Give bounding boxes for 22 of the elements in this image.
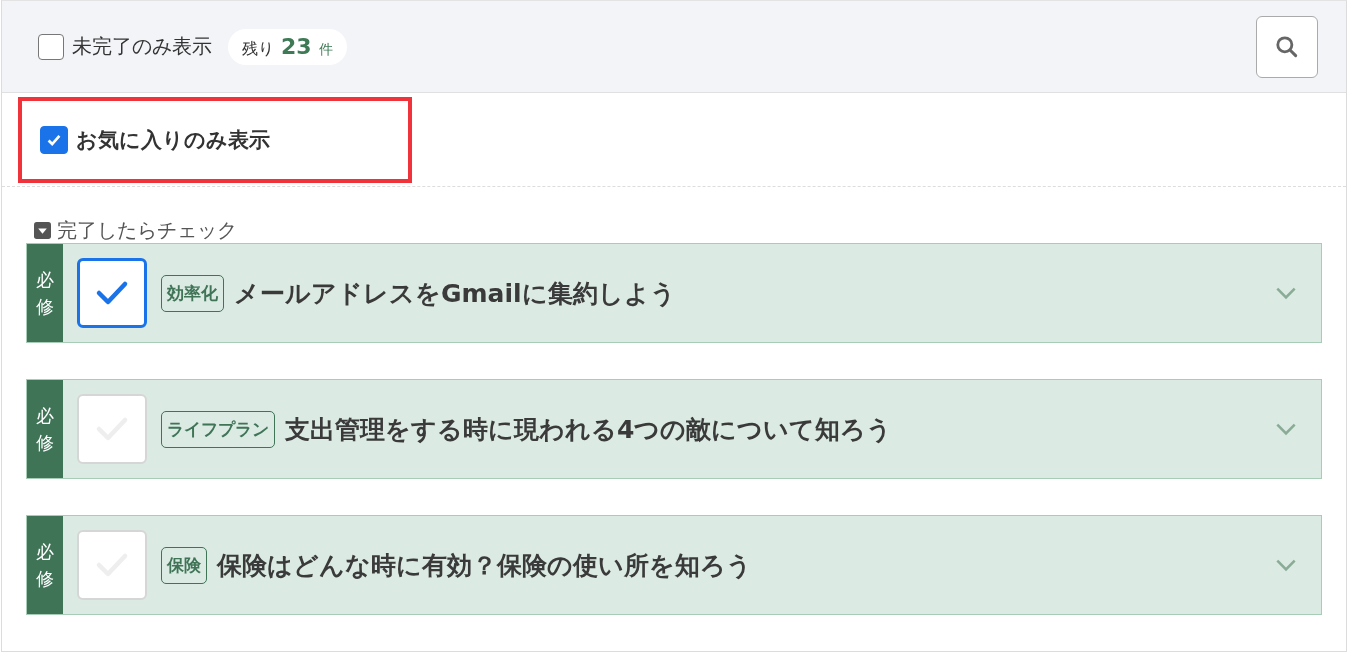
task-card[interactable]: 必修 ライフプラン 支出管理をする時に現われる4つの敵について知ろう xyxy=(26,379,1322,479)
task-title: 保険はどんな時に有効？保険の使い所を知ろう xyxy=(217,549,752,582)
required-badge: 必修 xyxy=(27,244,63,342)
category-tag: 効率化 xyxy=(161,274,224,312)
category-tag: 保険 xyxy=(161,546,207,584)
checkbox[interactable] xyxy=(40,126,68,154)
checkbox-label: お気に入りのみ表示 xyxy=(76,127,270,154)
required-badge: 必修 xyxy=(27,380,63,478)
checkbox-label: 未完了のみ表示 xyxy=(72,33,212,60)
search-icon xyxy=(1274,33,1300,60)
required-badge: 必修 xyxy=(27,516,63,614)
checkbox[interactable] xyxy=(38,33,64,60)
category-tag: ライフプラン xyxy=(161,410,275,448)
remaining-count-pill: 残り 23 件 xyxy=(228,28,347,65)
search-button[interactable] xyxy=(1256,15,1318,78)
task-card[interactable]: 必修 効率化 メールアドレスをGmailに集約しよう xyxy=(26,243,1322,343)
section-label: 完了したらチェック xyxy=(57,216,237,244)
task-card[interactable]: 必修 保険 保険はどんな時に有効？保険の使い所を知ろう xyxy=(26,515,1322,615)
task-title: メールアドレスをGmailに集約しよう xyxy=(234,277,676,310)
dropdown-icon xyxy=(34,221,51,239)
task-title: 支出管理をする時に現われる4つの敵について知ろう xyxy=(285,413,893,446)
task-checkbox[interactable] xyxy=(77,258,147,328)
